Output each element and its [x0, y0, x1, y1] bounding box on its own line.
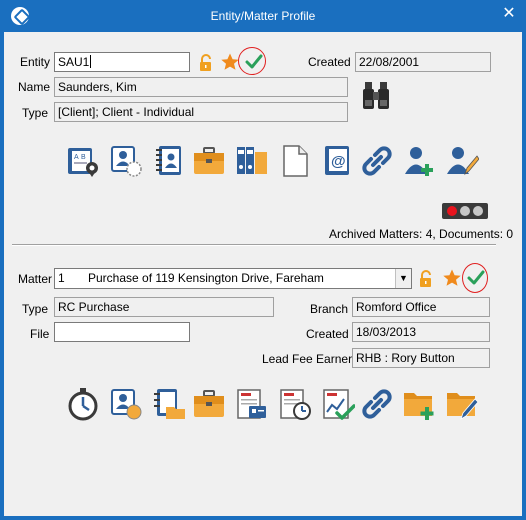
- close-button[interactable]: ✕: [498, 3, 520, 25]
- notebook-folder-icon[interactable]: [152, 387, 186, 421]
- window-title: Entity/Matter Profile: [210, 9, 316, 23]
- entity-label: Entity: [20, 55, 51, 69]
- client-area: Entity SAU1 Created 22/08/2001 Name Saun…: [4, 32, 522, 516]
- file-input[interactable]: [54, 322, 190, 342]
- binders-icon[interactable]: [235, 144, 269, 178]
- matter-label: Matter: [18, 272, 53, 286]
- edit-folder-icon[interactable]: [445, 387, 479, 421]
- section-divider: [12, 244, 496, 246]
- entity-code-value: SAU1: [58, 55, 90, 69]
- status-light-grey-1: [460, 206, 470, 216]
- invoice-icon[interactable]: [235, 387, 269, 421]
- status-lights: [442, 203, 488, 219]
- entity-type-label: Type: [22, 106, 49, 120]
- matter-contact-card-icon[interactable]: [109, 387, 143, 421]
- entity-type-field: [Client]; Client - Individual: [54, 102, 348, 122]
- entity-created-label: Created: [308, 55, 351, 69]
- chevron-down-icon[interactable]: ▼: [395, 269, 411, 288]
- matter-select[interactable]: 1 Purchase of 119 Kensington Drive, Fare…: [54, 268, 412, 289]
- status-light-red: [447, 206, 457, 216]
- svg-text:@: @: [331, 153, 346, 170]
- matter-favourite-star-icon[interactable]: [442, 268, 462, 288]
- file-label: File: [30, 327, 50, 341]
- stopwatch-icon[interactable]: [66, 387, 100, 421]
- chart-document-icon[interactable]: [321, 387, 355, 421]
- favourite-star-icon[interactable]: [220, 52, 240, 72]
- blank-document-icon[interactable]: [278, 144, 312, 178]
- matter-chain-link-icon[interactable]: [360, 387, 394, 421]
- notebook-contact-icon[interactable]: [152, 144, 186, 178]
- binoculars-icon[interactable]: [359, 78, 393, 112]
- invoice-clock-icon[interactable]: [278, 387, 312, 421]
- matter-check-annotation-circle: [462, 263, 488, 293]
- svg-text:B: B: [81, 154, 86, 161]
- add-folder-icon[interactable]: [402, 387, 436, 421]
- svg-text:A: A: [74, 154, 79, 161]
- name-label: Name: [18, 80, 51, 94]
- profile-window: Entity/Matter Profile ✕ Entity SAU1 Crea…: [0, 0, 526, 520]
- fee-earner-field: RHB : Rory Button: [352, 348, 490, 368]
- edit-person-icon[interactable]: [445, 144, 479, 178]
- fee-earner-label: Lead Fee Earner: [262, 352, 353, 366]
- email-book-icon[interactable]: @: [321, 144, 355, 178]
- matter-description: Purchase of 119 Kensington Drive, Fareha…: [88, 271, 324, 285]
- address-book-icon[interactable]: AB: [66, 144, 100, 178]
- branch-label: Branch: [310, 302, 349, 316]
- archived-summary: Archived Matters: 4, Documents: 0: [329, 227, 514, 241]
- unlock-icon[interactable]: [197, 53, 217, 73]
- matter-briefcase-icon[interactable]: [192, 387, 226, 421]
- text-caret: [90, 55, 92, 68]
- chain-link-icon[interactable]: [360, 144, 394, 178]
- briefcase-icon[interactable]: [192, 144, 226, 178]
- check-annotation-circle: [238, 47, 266, 75]
- matter-type-label: Type: [22, 302, 49, 316]
- entity-created-field: 22/08/2001: [355, 52, 491, 72]
- status-light-grey-2: [473, 206, 483, 216]
- matter-created-field: 18/03/2013: [352, 322, 490, 342]
- matter-unlock-icon[interactable]: [417, 269, 437, 289]
- add-person-icon[interactable]: [402, 144, 436, 178]
- entity-code-input[interactable]: SAU1: [54, 52, 190, 72]
- title-bar[interactable]: Entity/Matter Profile ✕: [0, 0, 526, 32]
- matter-number: 1: [58, 271, 65, 285]
- branch-field: Romford Office: [352, 297, 490, 317]
- matter-created-label: Created: [306, 327, 349, 341]
- entity-name-field: Saunders, Kim: [54, 77, 348, 97]
- contact-card-icon[interactable]: [109, 144, 143, 178]
- matter-type-field: RC Purchase: [54, 297, 274, 317]
